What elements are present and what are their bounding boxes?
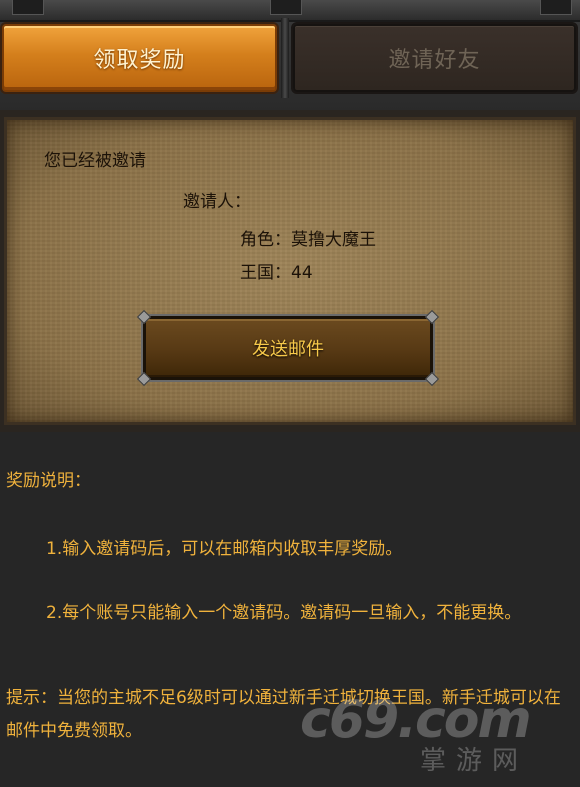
band-post: [270, 0, 302, 15]
tab-invite-friends[interactable]: 邀请好友: [293, 24, 576, 92]
watermark-sub-text: 掌游网: [420, 746, 529, 776]
reward-info-item-2: 2.每个账号只能输入一个邀请码。邀请码一旦输入，不能更换。: [46, 603, 522, 623]
invited-status-text: 您已经被邀请: [44, 151, 146, 171]
reward-info-title: 奖励说明：: [6, 471, 91, 491]
tab-divider: [281, 18, 289, 98]
reward-info-item-1: 1.输入邀请码后，可以在邮箱内收取丰厚奖励。: [46, 539, 403, 559]
band-post: [540, 0, 572, 15]
top-decorative-band: [0, 0, 580, 22]
send-mail-label: 发送邮件: [252, 339, 324, 360]
band-post: [12, 0, 44, 15]
inviter-kingdom: 王国：44: [240, 263, 313, 283]
inviter-label: 邀请人：: [183, 192, 251, 212]
top-tab-bar: 领取奖励 邀请好友: [0, 0, 580, 112]
inviter-role: 角色：莫撸大魔王: [240, 230, 376, 250]
watermark-logo: c69.com 掌游网: [300, 690, 570, 780]
tab-claim-reward[interactable]: 领取奖励: [2, 24, 277, 92]
send-mail-button[interactable]: 发送邮件: [136, 309, 440, 387]
